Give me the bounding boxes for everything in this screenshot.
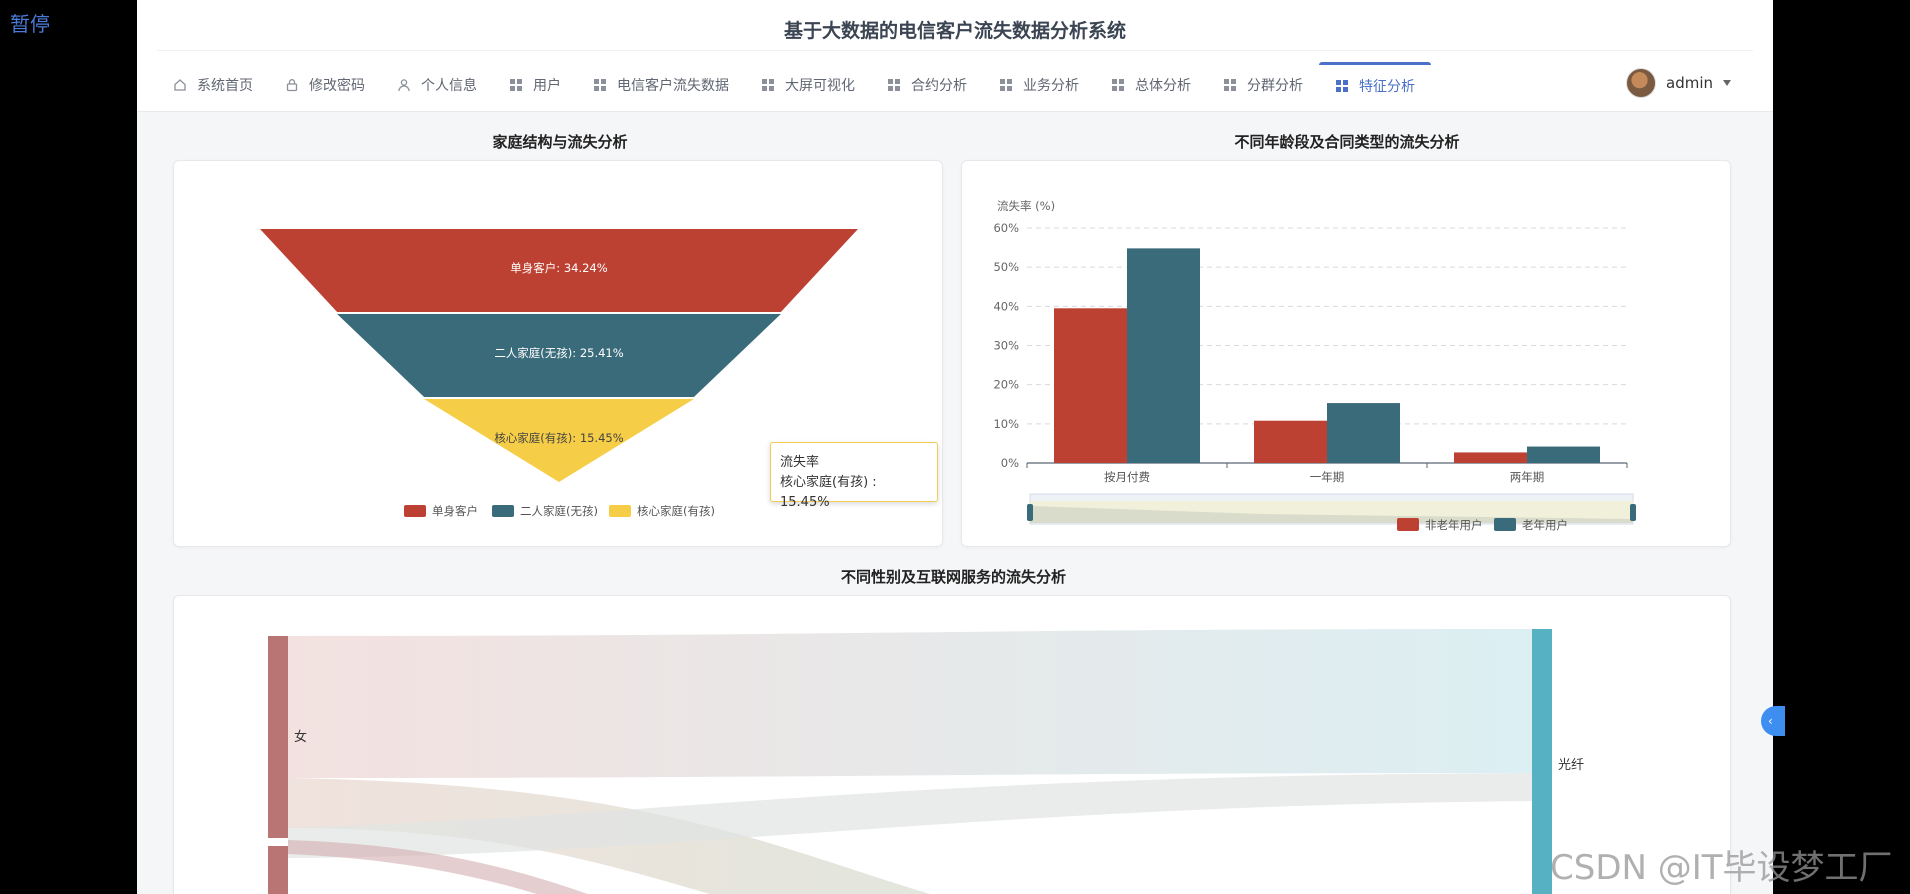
nav-item-7[interactable]: 业务分析 (983, 62, 1095, 107)
sankey-node-male[interactable] (268, 846, 288, 894)
nav-item-8[interactable]: 总体分析 (1095, 62, 1207, 107)
home-icon (173, 78, 187, 92)
tooltip-title: 流失率 (780, 455, 820, 470)
grid-icon (509, 78, 523, 92)
gender-internet-sankey-chart: 女光纤 (268, 629, 1584, 894)
grid-icon (1223, 78, 1237, 92)
x-tick-label: 一年期 (1310, 470, 1345, 484)
nav-item-label: 用户 (533, 77, 561, 94)
funnel-label-1: 二人家庭(无孩): 25.41% (494, 346, 623, 360)
nav-item-label: 合约分析 (911, 77, 967, 94)
nav-item-9[interactable]: 分群分析 (1207, 62, 1319, 107)
bar-0-1[interactable] (1254, 420, 1327, 463)
nav-item-label: 电信客户流失数据 (617, 77, 729, 94)
main-nav: 系统首页 修改密码 个人信息 用户 电信客户流失数据 大屏可视化 合约分析 业务分析 总体分析 分… (157, 62, 1431, 107)
nav-item-label: 个人信息 (421, 77, 477, 94)
nav-item-4[interactable]: 电信客户流失数据 (577, 62, 745, 107)
y-tick-label: 40% (993, 299, 1019, 313)
nav-item-label: 修改密码 (309, 77, 365, 94)
nav-item-0[interactable]: 系统首页 (157, 62, 269, 107)
y-tick-label: 50% (993, 260, 1019, 274)
chart-tooltip: 流失率 核心家庭(有孩) : 15.45% (770, 442, 938, 510)
system-title: 基于大数据的电信客户流失数据分析系统 (783, 20, 1126, 42)
user-name[interactable]: admin (1666, 74, 1713, 92)
side-collapse-button[interactable]: ‹ (1761, 706, 1785, 736)
sankey-node-female[interactable] (268, 636, 288, 838)
nav-item-10[interactable]: 特征分析 (1319, 62, 1431, 107)
funnel-label-0: 单身客户: 34.24% (510, 261, 607, 275)
nav-item-label: 总体分析 (1135, 77, 1191, 94)
y-tick-label: 20% (993, 378, 1019, 392)
legend-label-0[interactable]: 单身客户 (432, 504, 478, 518)
section-title-gender-internet: 不同性别及互联网服务的流失分析 (840, 568, 1066, 586)
sankey-label-female: 女 (294, 729, 307, 745)
grid-icon (1111, 78, 1125, 92)
sankey-flow[interactable] (288, 629, 1532, 778)
y-tick-label: 10% (993, 417, 1019, 431)
datazoom-handle-right[interactable] (1630, 504, 1636, 521)
age-contract-bar-chart: 流失率 (%) 0% 10% 20% 30% 40% 50% 60% 按月付费 一年期 两年期非老年… (993, 199, 1636, 532)
grid-icon (999, 78, 1013, 92)
top-bar: 基于大数据的电信客户流失数据分析系统 系统首页 修改密码 个人信息 用户 电信客户流失数… (137, 0, 1773, 112)
nav-item-6[interactable]: 合约分析 (871, 62, 983, 107)
datazoom-handle-left[interactable] (1027, 504, 1033, 521)
tooltip-line: 核心家庭(有孩) : 15.45% (780, 475, 877, 510)
title-divider (157, 50, 1753, 51)
y-axis-title: 流失率 (%) (997, 199, 1055, 213)
legend-label-2[interactable]: 核心家庭(有孩) (637, 504, 715, 518)
bar-0-2[interactable] (1454, 452, 1527, 463)
x-tick-label: 两年期 (1510, 470, 1545, 484)
nav-item-1[interactable]: 修改密码 (269, 62, 381, 107)
nav-item-3[interactable]: 用户 (493, 62, 577, 107)
age-contract-bar-card: 流失率 (%) 0% 10% 20% 30% 40% 50% 60% 按月付费 一年期 两年期非老年… (961, 160, 1731, 547)
bar-1-2[interactable] (1527, 446, 1600, 463)
legend-label-1[interactable]: 二人家庭(无孩) (520, 504, 598, 518)
avatar[interactable] (1626, 68, 1656, 98)
y-tick-label: 60% (993, 221, 1019, 235)
bar-0-0[interactable] (1054, 308, 1127, 463)
y-tick-label: 0% (1001, 456, 1019, 470)
grid-icon (1335, 79, 1349, 93)
app-window: 基于大数据的电信客户流失数据分析系统 系统首页 修改密码 个人信息 用户 电信客户流失数… (137, 0, 1773, 894)
legend-swatch-0[interactable] (404, 505, 426, 517)
y-tick-label: 30% (993, 339, 1019, 353)
sankey-label-fiber: 光纤 (1558, 758, 1584, 773)
nav-item-label: 业务分析 (1023, 77, 1079, 94)
x-tick-label: 按月付费 (1104, 470, 1150, 484)
chevron-down-icon[interactable] (1723, 80, 1731, 86)
sankey-node-fiber[interactable] (1532, 629, 1552, 894)
pause-label[interactable]: 暂停 (10, 8, 50, 37)
user-icon (397, 78, 411, 92)
user-menu[interactable]: admin (1626, 68, 1731, 98)
legend-label-1[interactable]: 老年用户 (1522, 518, 1568, 532)
nav-item-label: 大屏可视化 (785, 77, 855, 94)
grid-icon (887, 78, 901, 92)
nav-item-5[interactable]: 大屏可视化 (745, 62, 871, 107)
gender-internet-sankey-card: 女光纤 (173, 595, 1731, 894)
grid-icon (593, 78, 607, 92)
nav-item-label: 特征分析 (1359, 79, 1415, 95)
funnel-label-2: 核心家庭(有孩): 15.45% (494, 431, 623, 445)
legend-swatch-1[interactable] (492, 505, 514, 517)
legend-swatch-2[interactable] (609, 505, 631, 517)
nav-item-label: 分群分析 (1247, 77, 1303, 94)
nav-item-2[interactable]: 个人信息 (381, 62, 493, 107)
watermark: CSDN @IT毕设梦工厂 (1550, 848, 1893, 888)
lock-icon (285, 78, 299, 92)
chevron-left-icon[interactable]: ‹ (1768, 714, 1773, 728)
nav-item-label: 系统首页 (197, 77, 253, 94)
legend-label-0[interactable]: 非老年用户 (1425, 518, 1483, 532)
section-title-family: 家庭结构与流失分析 (492, 133, 628, 151)
legend-swatch-1[interactable] (1494, 518, 1516, 531)
legend-swatch-0[interactable] (1397, 518, 1419, 531)
grid-icon (761, 78, 775, 92)
bar-1-1[interactable] (1327, 403, 1400, 463)
bar-1-0[interactable] (1127, 248, 1200, 463)
section-title-age-contract: 不同年龄段及合同类型的流失分析 (1234, 133, 1460, 151)
